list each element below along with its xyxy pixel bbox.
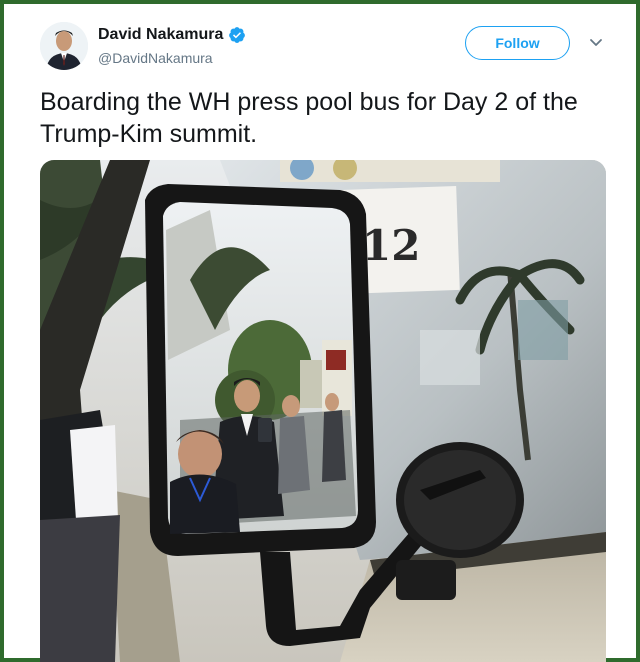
author-display-name[interactable]: David Nakamura	[98, 26, 223, 44]
verified-badge-icon	[228, 26, 246, 44]
tweet-card: David Nakamura @DavidNakamura Follow Boa…	[0, 0, 640, 662]
chevron-down-icon[interactable]	[588, 34, 604, 50]
author-name-row: David Nakamura	[98, 26, 246, 44]
tweet-header: David Nakamura @DavidNakamura Follow	[40, 20, 614, 76]
author-avatar[interactable]	[40, 22, 88, 70]
tweet-photo[interactable]: 12	[40, 160, 606, 662]
bus-number-text: 12	[362, 221, 420, 270]
follow-button[interactable]: Follow	[465, 26, 570, 60]
author-handle[interactable]: @DavidNakamura	[98, 50, 213, 66]
tweet-text: Boarding the WH press pool bus for Day 2…	[40, 88, 578, 148]
bus-mirror-photo: 12	[40, 160, 606, 662]
avatar-photo-icon	[40, 22, 88, 70]
